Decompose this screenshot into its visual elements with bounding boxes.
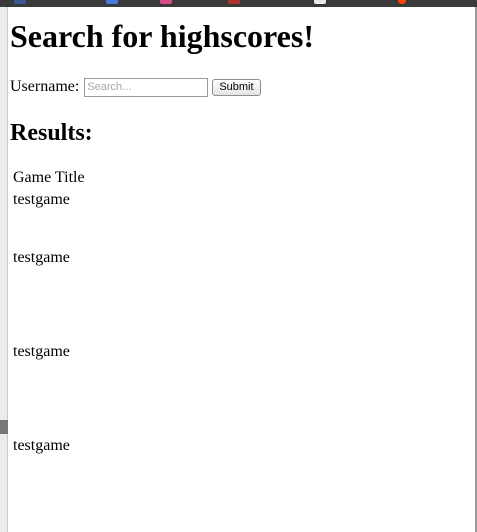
result-row-game-title: testgame [13, 437, 70, 454]
bookmark-icon-1[interactable] [14, 0, 26, 4]
browser-bookmarks-bar [0, 0, 477, 7]
bookmark-icon-4[interactable] [228, 0, 240, 4]
bookmark-icon-6[interactable] [398, 0, 406, 4]
result-row-game-title: testgame [13, 343, 70, 360]
search-form: Username: Submit [10, 77, 261, 97]
column-header-game-title: Game Title [13, 169, 85, 186]
page-title: Search for highscores! [10, 18, 314, 54]
result-row-game-title: testgame [13, 249, 70, 266]
result-row-game-title: testgame [13, 191, 70, 208]
page-content: Search for highscores! Username: Submit … [10, 7, 473, 532]
edge-marker-icon [0, 420, 8, 434]
submit-button[interactable]: Submit [212, 78, 261, 96]
username-label: Username: [10, 78, 80, 95]
bookmark-icon-3[interactable] [160, 0, 172, 4]
username-search-input[interactable] [84, 77, 209, 97]
window-left-edge [0, 7, 8, 532]
bookmark-icon-2[interactable] [106, 0, 118, 4]
bookmark-icon-5[interactable] [314, 0, 326, 4]
results-heading: Results: [10, 120, 93, 146]
